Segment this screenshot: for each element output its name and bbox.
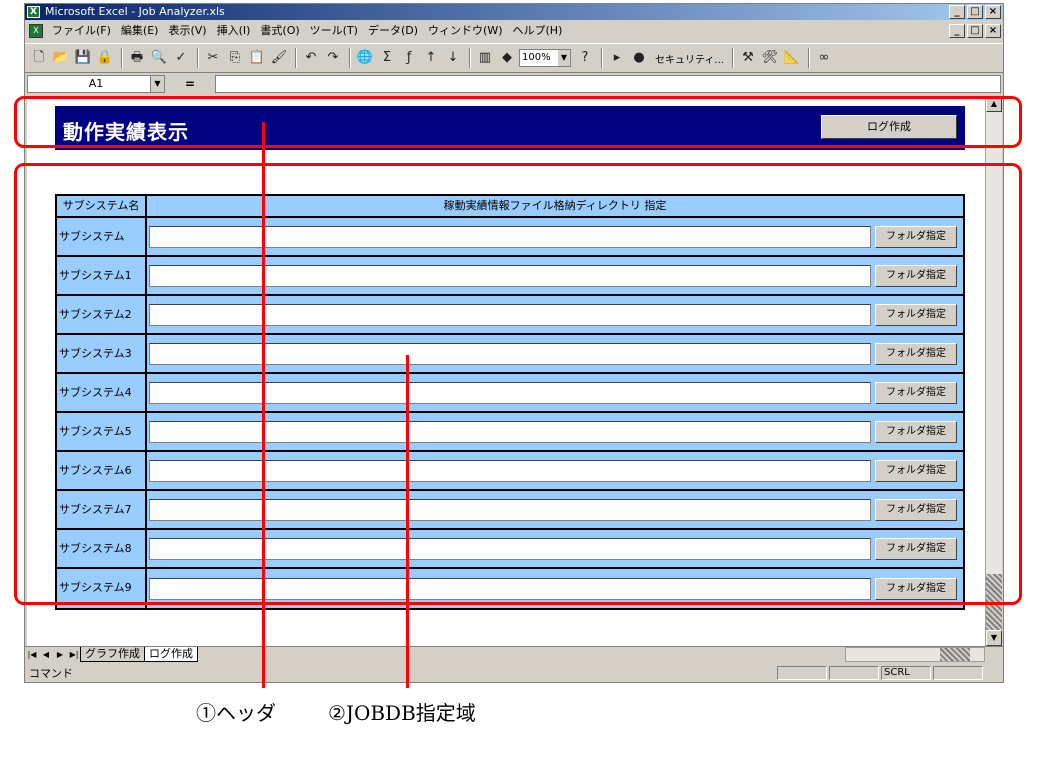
sort-descending-icon[interactable]: ↓ xyxy=(443,48,463,68)
status-scrl: SCRL xyxy=(881,666,931,680)
scroll-thumb[interactable] xyxy=(940,648,970,661)
toolbar-separator xyxy=(731,48,734,68)
maximize-button[interactable]: □ xyxy=(967,5,983,19)
design-mode-icon[interactable]: 📐 xyxy=(782,48,802,68)
doc-minimize-button[interactable]: _ xyxy=(949,24,965,38)
spelling-icon[interactable]: ✓ xyxy=(171,48,191,68)
autosum-icon[interactable]: Σ xyxy=(377,48,397,68)
caption-header: ①ヘッダ xyxy=(196,701,276,725)
toolbar-separator xyxy=(349,48,351,68)
minimize-button[interactable]: _ xyxy=(949,5,965,19)
print-preview-icon[interactable]: 🔍 xyxy=(149,48,169,68)
doc-restore-button[interactable]: □ xyxy=(967,24,983,38)
doc-close-button[interactable]: × xyxy=(985,24,1001,38)
drawing-icon[interactable]: ◆ xyxy=(497,48,517,68)
zoom-value: 100% xyxy=(522,52,551,63)
menu-edit[interactable]: 編集(E) xyxy=(116,21,164,41)
toolbar-separator xyxy=(121,48,123,68)
next-sheet-icon[interactable]: ▶ xyxy=(53,648,67,662)
toolbar-separator xyxy=(807,48,810,68)
zoom-select[interactable]: 100% ▼ xyxy=(519,49,571,67)
security-button[interactable]: セキュリティ... xyxy=(655,51,724,66)
save-icon[interactable]: 💾 xyxy=(73,48,93,68)
control-toolbox-icon[interactable]: ⚒ xyxy=(738,48,758,68)
redo-icon[interactable]: ↷ xyxy=(323,48,343,68)
toolbar-separator xyxy=(469,48,471,68)
tools-icon[interactable]: 🛠 xyxy=(760,48,780,68)
new-icon[interactable]: 🗋 xyxy=(29,48,49,68)
menu-view[interactable]: 表示(V) xyxy=(163,21,211,41)
jobdb-callout xyxy=(14,163,1022,605)
tab-graph[interactable]: グラフ作成 xyxy=(80,647,145,662)
help-icon[interactable]: ? xyxy=(575,48,595,68)
status-panel xyxy=(777,666,827,680)
hyperlink-icon[interactable]: 🌐 xyxy=(355,48,375,68)
formula-bar: A1 ▼ = xyxy=(25,74,1003,94)
cut-icon[interactable]: ✂ xyxy=(203,48,223,68)
name-box-value: A1 xyxy=(88,77,104,90)
name-box[interactable]: A1 ▼ xyxy=(27,75,165,93)
last-sheet-icon[interactable]: ▶| xyxy=(67,648,81,662)
menu-insert[interactable]: 挿入(I) xyxy=(212,21,256,41)
function-icon[interactable]: ƒ xyxy=(399,48,419,68)
paste-icon[interactable]: 📋 xyxy=(247,48,267,68)
close-button[interactable]: × xyxy=(985,5,1001,19)
excel-icon: X xyxy=(27,6,40,18)
prev-sheet-icon[interactable]: ◀ xyxy=(39,648,53,662)
toolbar-separator xyxy=(197,48,199,68)
run-macro-icon[interactable]: ▸ xyxy=(607,48,627,68)
scroll-down-icon[interactable]: ▼ xyxy=(986,630,1002,646)
link-icon[interactable]: ∞ xyxy=(814,48,834,68)
menu-format[interactable]: 書式(O) xyxy=(255,21,304,41)
status-bar: コマンド SCRL xyxy=(25,664,1003,682)
header-leader-line xyxy=(262,122,265,688)
formula-input[interactable] xyxy=(215,75,1001,93)
undo-icon[interactable]: ↶ xyxy=(301,48,321,68)
format-painter-icon[interactable]: 🖌 xyxy=(269,48,289,68)
chevron-down-icon[interactable]: ▼ xyxy=(150,76,164,92)
header-callout xyxy=(14,96,1022,148)
menu-file[interactable]: ファイル(F) xyxy=(47,21,116,41)
sheet-tab-bar: |◀ ◀ ▶ ▶| グラフ作成 ログ作成 xyxy=(25,646,1003,662)
menu-window[interactable]: ウィンドウ(W) xyxy=(423,21,507,41)
title-bar: X Microsoft Excel - Job Analyzer.xls _ □… xyxy=(25,4,1003,20)
toolbar-separator xyxy=(295,48,297,68)
permission-icon[interactable]: 🔒 xyxy=(95,48,115,68)
status-panel xyxy=(829,666,879,680)
tab-log[interactable]: ログ作成 xyxy=(144,647,198,662)
menu-data[interactable]: データ(D) xyxy=(363,21,423,41)
copy-icon[interactable]: ⎘ xyxy=(225,48,245,68)
open-icon[interactable]: 📂 xyxy=(51,48,71,68)
menu-bar: X ファイル(F) 編集(E) 表示(V) 挿入(I) 書式(O) ツール(T)… xyxy=(25,21,1003,41)
caption-jobdb: ②JOBDB指定域 xyxy=(328,701,476,725)
chevron-down-icon[interactable]: ▼ xyxy=(558,50,570,66)
first-sheet-icon[interactable]: |◀ xyxy=(25,648,39,662)
record-macro-icon[interactable]: ● xyxy=(629,48,649,68)
menu-help[interactable]: ヘルプ(H) xyxy=(508,21,568,41)
chart-wizard-icon[interactable]: ▥ xyxy=(475,48,495,68)
print-icon[interactable]: 🖶 xyxy=(127,48,147,68)
window-title: Microsoft Excel - Job Analyzer.xls xyxy=(45,5,225,18)
sort-ascending-icon[interactable]: ↑ xyxy=(421,48,441,68)
status-text: コマンド xyxy=(29,667,73,680)
menu-tools[interactable]: ツール(T) xyxy=(305,21,363,41)
status-panel xyxy=(933,666,983,680)
workbook-icon[interactable]: X xyxy=(29,24,43,38)
jobdb-leader-line xyxy=(406,355,409,688)
standard-toolbar: 🗋 📂 💾 🔒 🖶 🔍 ✓ ✂ ⎘ 📋 🖌 ↶ ↷ 🌐 Σ ƒ ↑ ↓ ▥ ◆ … xyxy=(25,43,1003,73)
horizontal-scrollbar[interactable] xyxy=(845,647,985,662)
formula-equals[interactable]: = xyxy=(165,77,215,91)
toolbar-separator xyxy=(601,48,603,68)
